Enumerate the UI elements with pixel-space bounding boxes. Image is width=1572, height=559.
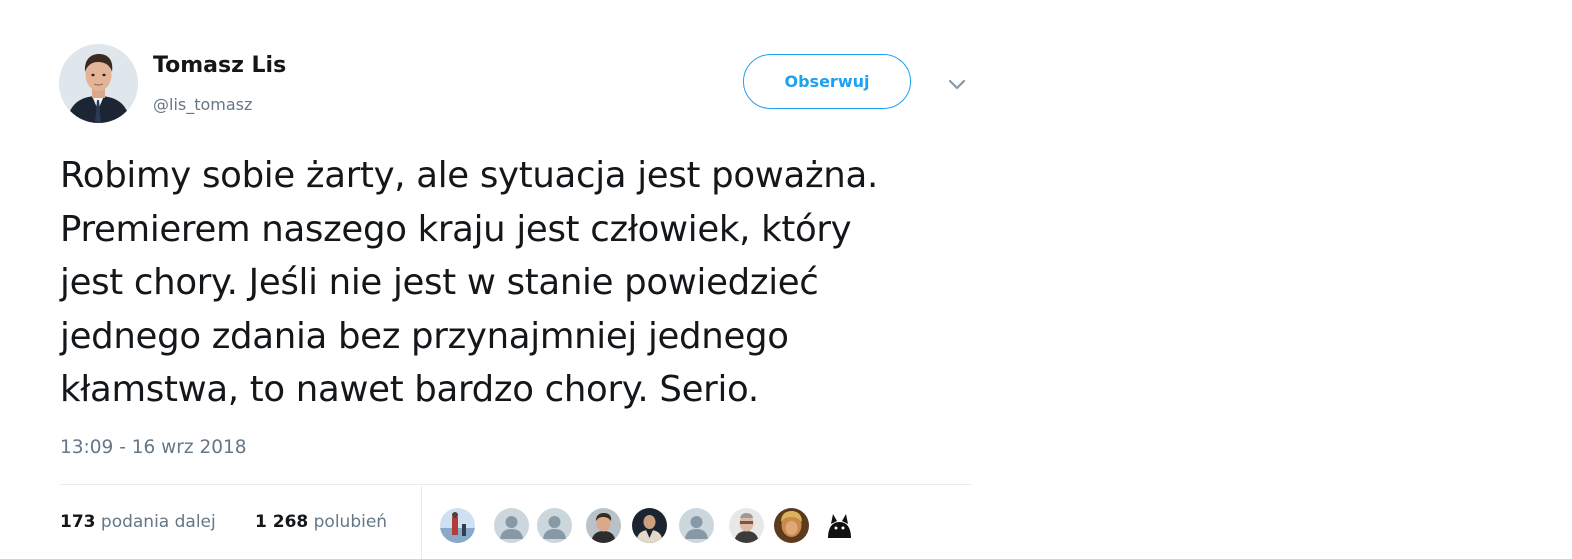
- retweet-stat[interactable]: 173 podania dalej: [60, 512, 216, 532]
- chevron-down-icon[interactable]: [945, 74, 969, 94]
- liker-avatar-image: [822, 508, 857, 543]
- liker-avatar-image: [774, 508, 809, 543]
- retweet-label: podania dalej: [100, 512, 216, 532]
- like-count: 1 268: [255, 512, 309, 532]
- liker-avatar-image: [440, 508, 475, 543]
- follow-button[interactable]: Obserwuj: [743, 54, 911, 109]
- default-avatar-icon: [494, 508, 529, 543]
- liker-avatar[interactable]: [822, 508, 857, 543]
- tweet-text-line: Robimy sobie żarty, ale sytuacja jest po…: [60, 155, 878, 196]
- liker-avatar[interactable]: [774, 508, 809, 543]
- author-avatar[interactable]: [59, 44, 138, 123]
- liker-avatar[interactable]: [440, 508, 475, 543]
- tweet-card: Tomasz Lis @lis_tomasz Obserwuj Robimy s…: [0, 0, 1000, 559]
- liker-avatar[interactable]: [586, 508, 621, 543]
- author-name[interactable]: Tomasz Lis: [153, 53, 286, 78]
- like-label: polubień: [313, 512, 388, 532]
- liker-avatar[interactable]: [494, 508, 529, 543]
- liker-avatar[interactable]: [537, 508, 572, 543]
- default-avatar-icon: [679, 508, 714, 543]
- tweet-text-line: jest chory. Jeśli nie jest w stanie powi…: [60, 262, 819, 303]
- author-avatar-image: [59, 44, 138, 123]
- liker-avatar[interactable]: [679, 508, 714, 543]
- tweet-text: Robimy sobie żarty, ale sytuacja jest po…: [60, 149, 980, 417]
- liker-avatar-image: [729, 508, 764, 543]
- liker-avatar-image: [632, 508, 667, 543]
- liker-avatar[interactable]: [729, 508, 764, 543]
- stats-separator: [421, 486, 422, 559]
- divider: [60, 484, 971, 485]
- default-avatar-icon: [537, 508, 572, 543]
- tweet-text-line: kłamstwa, to nawet bardzo chory. Serio.: [60, 369, 759, 410]
- tweet-text-line: Premierem naszego kraju jest człowiek, k…: [60, 208, 852, 250]
- liker-avatar[interactable]: [632, 508, 667, 543]
- like-stat[interactable]: 1 268 polubień: [255, 512, 387, 532]
- liker-avatar-image: [586, 508, 621, 543]
- tweet-text-line: jednego zdania bez przynajmniej jednego: [60, 315, 789, 357]
- tweet-timestamp[interactable]: 13:09 - 16 wrz 2018: [60, 437, 247, 458]
- author-handle[interactable]: @lis_tomasz: [153, 95, 252, 114]
- retweet-count: 173: [60, 512, 96, 532]
